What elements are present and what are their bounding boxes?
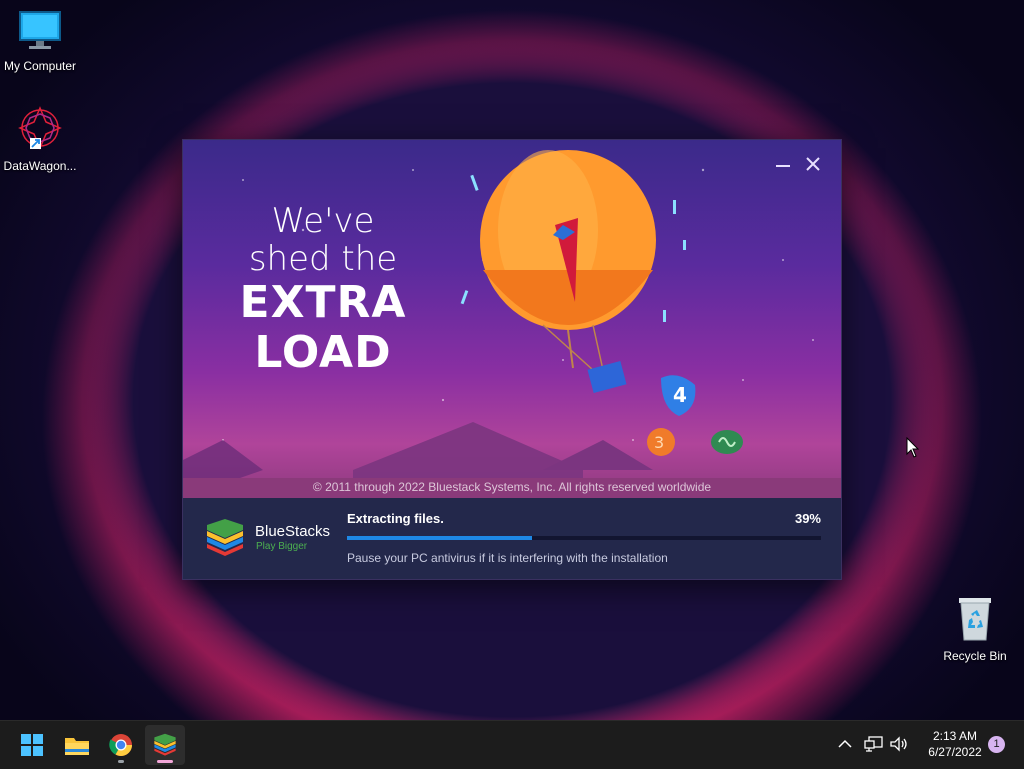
headline-line3: EXTRA [239,277,407,328]
progress-bar [347,536,821,540]
monitor-icon [19,11,61,49]
desktop-icon-label: DataWagon... [3,159,77,173]
taskbar: 2:13 AM 6/27/2022 1 [0,720,1024,769]
desktop-icon-my-computer[interactable]: My Computer [0,8,80,73]
clock-date: 6/27/2022 [928,745,982,759]
bluestacks-logo-icon [207,519,243,556]
progress-percent: 39% [794,511,821,526]
taskbar-bluestacks[interactable] [145,725,185,765]
banner-headline: We've shed the EXTRA LOAD [223,202,423,378]
balloon-number-4: 4 [673,383,687,407]
mouse-cursor-icon [906,437,920,458]
running-indicator [118,760,124,763]
bluestacks-installer-window: 4 3 We've shed the EXTRA LOAD © 2011 thr… [183,140,841,579]
recycle-bin-icon [959,598,991,641]
datawagon-icon [18,106,62,150]
network-button[interactable] [864,735,884,758]
headline-line1: We've [271,201,375,241]
headline-line4: LOAD [254,327,392,378]
start-button[interactable] [12,725,52,765]
install-status: Extracting files. [347,511,444,526]
minimize-button[interactable] [775,154,791,177]
taskbar-file-explorer[interactable] [57,725,97,765]
progress-bar-fill [347,536,532,540]
start-icon [21,734,43,756]
close-button[interactable] [805,154,821,177]
desktop-icon-recycle-bin[interactable]: Recycle Bin [935,596,1015,663]
installer-status-bar: BlueStacks Play Bigger Extracting files.… [183,498,841,579]
desktop-icon-datawagon[interactable]: DataWagon... [0,104,80,173]
balloon-number-3: 3 [654,433,664,452]
copyright-text: © 2011 through 2022 Bluestack Systems, I… [312,480,712,494]
show-hidden-icons-button[interactable] [836,735,854,758]
network-icon [864,736,883,752]
chevron-up-icon [838,739,852,748]
headline-line2: shed the [248,239,398,279]
speaker-icon [890,736,907,752]
bluestacks-icon [154,733,176,756]
taskbar-clock[interactable]: 2:13 AM 6/27/2022 [914,728,996,760]
minimize-icon [776,165,790,167]
volume-button[interactable] [889,735,909,758]
brand-name: BlueStacks [255,523,331,540]
brand-tagline: Play Bigger [256,541,308,552]
file-explorer-icon [65,738,89,755]
active-indicator [157,760,173,763]
taskbar-chrome[interactable] [101,725,141,765]
desktop-icon-label: Recycle Bin [943,649,1007,663]
notification-badge[interactable]: 1 [988,736,1005,753]
desktop-icon-label: My Computer [3,59,77,73]
installer-banner: 4 3 We've shed the EXTRA LOAD © 2011 thr… [183,140,841,498]
clock-time: 2:13 AM [932,729,978,743]
chrome-icon [109,734,132,756]
antivirus-hint: Pause your PC antivirus if it is interfe… [347,551,668,565]
close-icon [806,157,820,171]
